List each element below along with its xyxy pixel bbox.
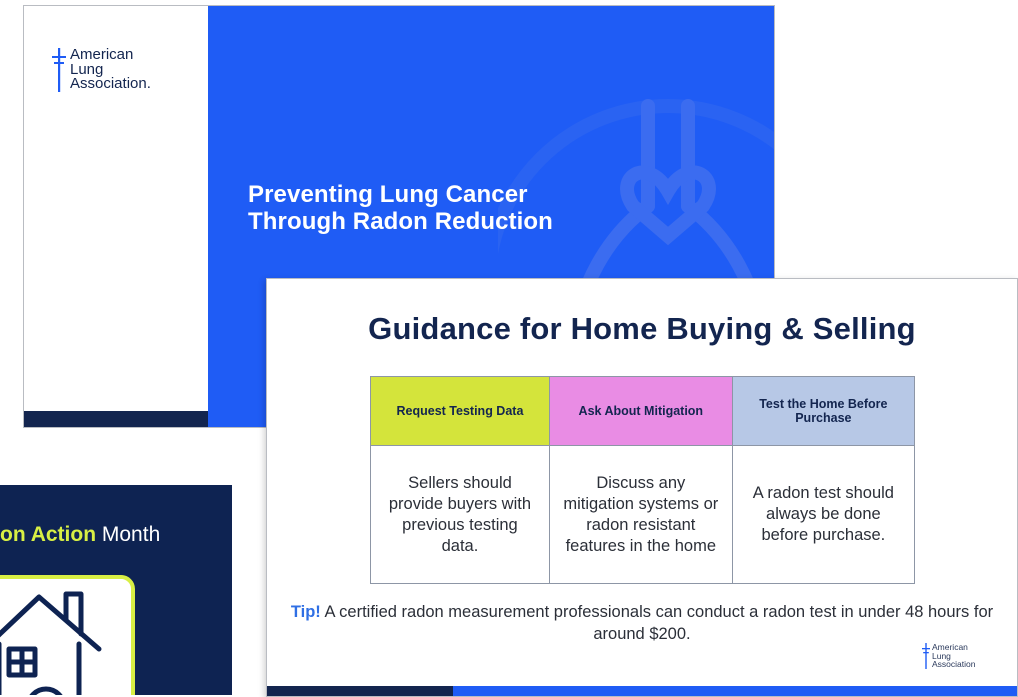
logo-small-line-3: Association (932, 659, 976, 669)
guidance-table: Request Testing Data Ask About Mitigatio… (370, 376, 916, 584)
guidance-title: Guidance for Home Buying & Selling (368, 311, 916, 346)
double-cross-icon (922, 643, 930, 669)
header-request-testing-data: Request Testing Data (370, 376, 550, 446)
title-line-2: Through Radon Reduction (248, 208, 553, 235)
heading-rest: Month (96, 523, 161, 546)
ala-logo-small: American Lung Association (922, 643, 992, 669)
ala-logo-small-text: American Lung Association (932, 643, 992, 669)
header-ask-about-mitigation: Ask About Mitigation (548, 376, 733, 446)
cell-request-testing-data: Sellers should provide buyers with previ… (370, 445, 550, 584)
table-header-row: Request Testing Data Ask About Mitigatio… (370, 376, 916, 446)
title-slide-footer-bar (24, 411, 208, 427)
house-art-frame (0, 575, 135, 695)
radon-month-heading: on Action Month (0, 523, 160, 547)
title-slide-left-panel: American Lung Association. (24, 6, 208, 427)
cell-test-before-purchase: A radon test should always be done befor… (731, 445, 916, 584)
title-line-1: Preventing Lung Cancer (248, 181, 528, 208)
house-icon (0, 591, 102, 695)
tip-text: Tip! A certified radon measurement profe… (267, 601, 1017, 645)
double-cross-icon (52, 48, 66, 92)
ala-logo-text: American Lung Association. (70, 47, 170, 92)
guidance-slide[interactable]: Guidance for Home Buying & Selling Reque… (266, 278, 1018, 697)
table-row: Sellers should provide buyers with previ… (370, 445, 916, 584)
cell-ask-about-mitigation: Discuss any mitigation systems or radon … (548, 445, 733, 584)
radon-action-month-slide[interactable]: on Action Month (0, 485, 232, 695)
tip-body: A certified radon measurement profession… (320, 603, 994, 643)
heading-highlight: on Action (0, 523, 97, 546)
logo-line-3: Association. (70, 75, 151, 92)
ala-logo: American Lung Association. (52, 47, 170, 92)
title-slide-heading: Preventing Lung Cancer Through Radon Red… (248, 181, 553, 235)
header-test-before-purchase: Test the Home Before Purchase (731, 376, 916, 446)
tip-label: Tip! (290, 603, 321, 621)
